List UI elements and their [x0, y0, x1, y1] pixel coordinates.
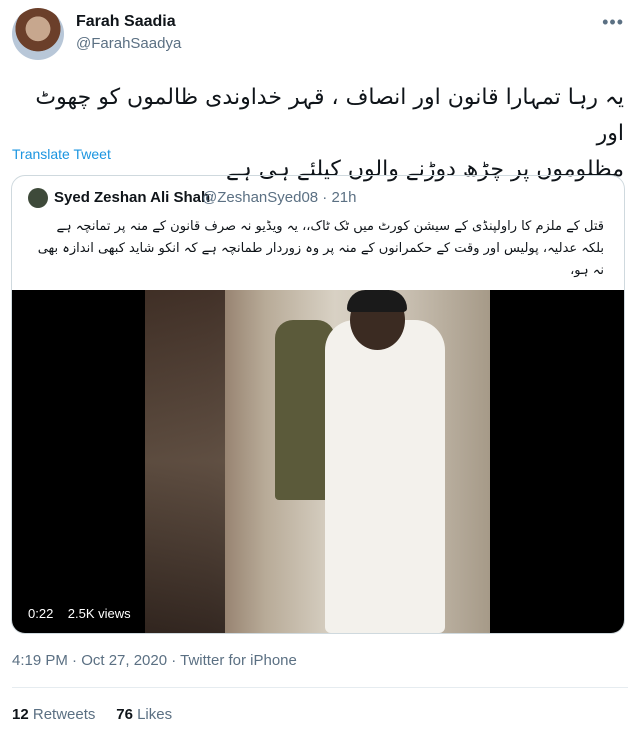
author-handle[interactable]: @FarahSaadya	[76, 35, 181, 52]
author-avatar[interactable]	[12, 8, 64, 60]
tweet-stats: 12 Retweets 76 Likes	[12, 706, 172, 723]
video-duration: 0:22	[28, 606, 54, 621]
video-overlay: 0:22 2.5K views	[28, 606, 131, 621]
video-blur-region	[145, 290, 225, 633]
tweet-text: یہ رہا تمہارا قانون اور انصاف ، قہر خداو…	[12, 80, 624, 188]
quoted-author-handle: @ZeshanSyed08 · 21h	[202, 189, 357, 206]
quoted-text-line: بلکہ عدلیہ، پولیس اور وقت کے حکمرانوں کے…	[37, 241, 604, 256]
tweet-header: Farah Saadia @FarahSaadya •••	[12, 8, 628, 64]
translate-tweet-link[interactable]: Translate Tweet	[12, 146, 111, 162]
tweet-timestamp[interactable]: 4:19 PM · Oct 27, 2020 · Twitter for iPh…	[12, 652, 297, 669]
tweet-text-line: یہ رہا تمہارا قانون اور انصاف ، قہر خداو…	[35, 85, 624, 146]
video-player[interactable]: 0:22 2.5K views	[12, 290, 624, 633]
quoted-text-line: نہ ہو،	[570, 263, 604, 278]
more-options-icon[interactable]: •••	[602, 12, 624, 33]
quoted-text-line: قتل کے ملزم کا راولپنڈی کے سیشن کورٹ میں…	[56, 219, 604, 234]
retweets-count[interactable]: 12	[12, 706, 29, 723]
likes-count[interactable]: 76	[116, 706, 133, 723]
video-figure-man	[325, 320, 445, 633]
divider	[12, 687, 628, 688]
video-views: 2.5K views	[67, 606, 131, 621]
quoted-author-avatar	[28, 188, 48, 208]
quoted-tweet[interactable]: Syed Zeshan Ali Shah @ZeshanSyed08 · 21h…	[11, 175, 625, 634]
author-name[interactable]: Farah Saadia	[76, 13, 176, 31]
likes-label[interactable]: Likes	[137, 706, 172, 723]
video-figure-cap	[347, 290, 407, 312]
video-frame	[145, 290, 490, 633]
quoted-author-name: Syed Zeshan Ali Shah	[54, 189, 211, 206]
retweets-label[interactable]: Retweets	[33, 706, 96, 723]
quoted-tweet-text: قتل کے ملزم کا راولپنڈی کے سیشن کورٹ میں…	[28, 216, 604, 282]
